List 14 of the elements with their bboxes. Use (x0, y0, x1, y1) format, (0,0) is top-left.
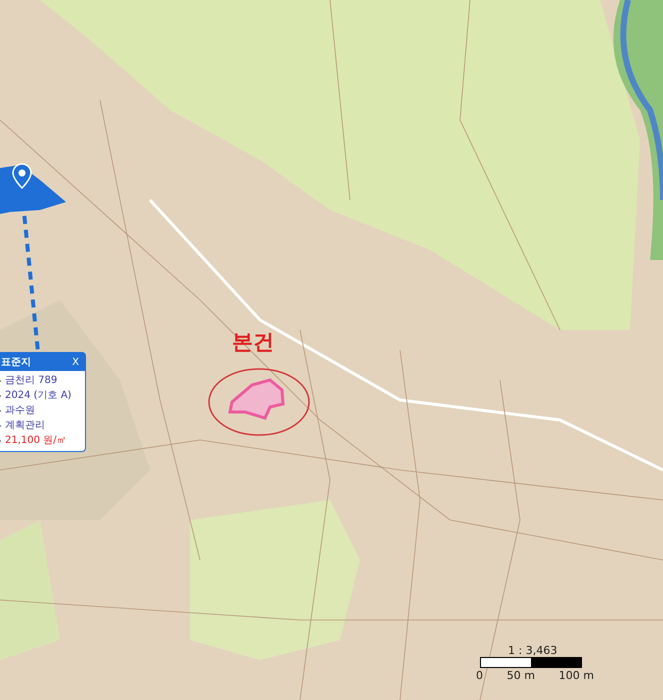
subject-label: 본건 (232, 332, 274, 353)
scale-tick-label: 100 m (558, 669, 594, 682)
popup-item: 금천리 789 (5, 374, 58, 388)
popup-item: 21,100 원/㎡ (5, 434, 67, 448)
close-button[interactable]: X (70, 356, 81, 368)
location-pin-icon (12, 163, 32, 189)
subject-parcel-shape (228, 378, 285, 420)
scale-tick-label: 50 m (506, 669, 535, 682)
popup-title: 표준지 (1, 356, 31, 369)
scale-tick-label: 0 (476, 669, 483, 682)
scale-ratio: 1 : 3,463 (507, 644, 558, 657)
popup-item: 과수원 (5, 404, 35, 418)
popup-item: 계획관리 (5, 419, 45, 433)
popup-item: 2024 (기호 A) (5, 389, 72, 403)
